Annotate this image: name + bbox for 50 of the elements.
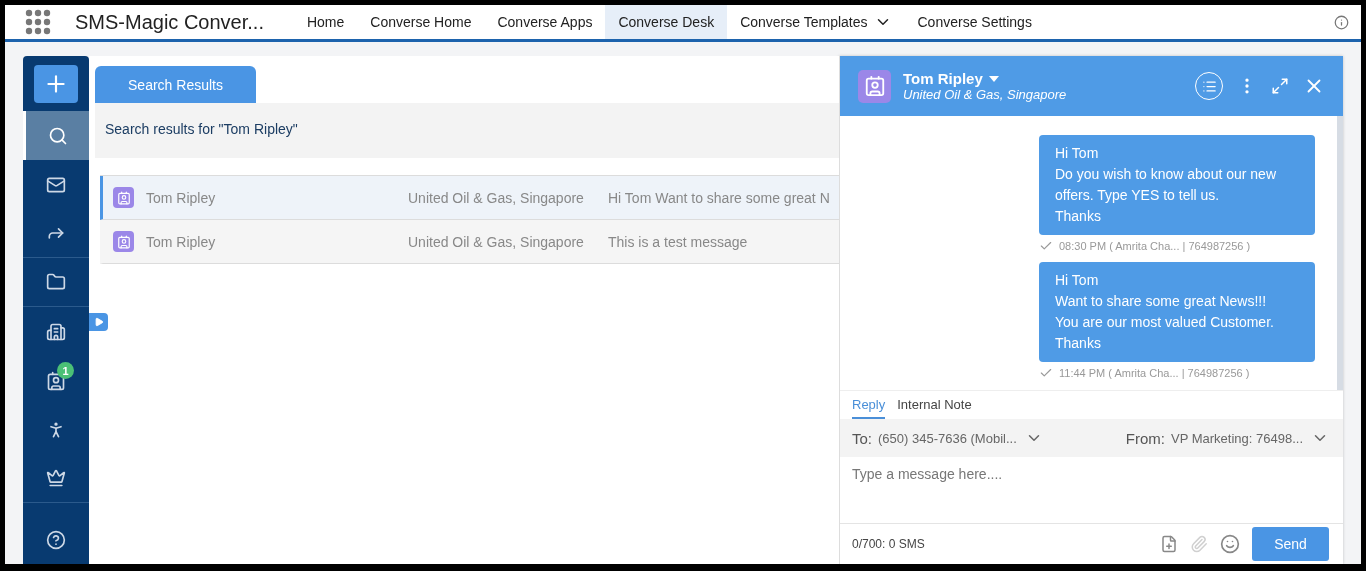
company-name: United Oil & Gas, Singapore (408, 233, 585, 250)
contact-name: Tom Ripley (146, 233, 217, 250)
message-meta: 08:30 PM ( Amrita Cha... | 764987256 ) (1059, 240, 1251, 252)
message-bubble: Hi Tom Do you wish to know about our new offers. Type YES to tell us. Thanks (1039, 135, 1315, 235)
nav-tab[interactable]: Converse Home (357, 5, 485, 39)
message-meta: 11:44 PM ( Amrita Cha... | 764987256 ) (1059, 367, 1250, 379)
message-preview: Hi Tom Want to share some great N (608, 189, 830, 206)
to-select[interactable]: (650) 345-7636 (Mobil... (878, 429, 1043, 447)
play-icon[interactable] (93, 317, 104, 327)
to-label: To: (852, 429, 872, 447)
nav-tab[interactable]: Converse Apps (484, 5, 606, 39)
app-title: SMS-Magic Conver... (75, 10, 264, 34)
contact-card-icon (113, 231, 134, 252)
plus-icon[interactable] (34, 64, 78, 103)
list-icon[interactable] (1201, 78, 1217, 94)
caret-icon[interactable] (988, 75, 999, 82)
search-icon (47, 125, 68, 146)
from-select[interactable]: VP Marketing: 76498... (1171, 429, 1329, 447)
send-button[interactable]: Send (1252, 527, 1329, 561)
contact-card-icon (858, 69, 891, 103)
count-badge: 1 (57, 362, 74, 379)
message-bubble: Hi Tom Want to share some great News!!! You are our most valued Customer. Thanks (1039, 262, 1315, 362)
nav-tab[interactable]: Home (293, 5, 358, 39)
nav-tab[interactable]: Converse Settings (904, 5, 1045, 39)
message-preview: This is a test message (608, 233, 748, 250)
smiley-icon[interactable] (1220, 534, 1240, 554)
contact-company: United Oil & Gas, Singapore (903, 87, 1067, 102)
buildings-icon (46, 321, 66, 342)
contact-name[interactable]: Tom Ripley (903, 70, 1067, 87)
result-row[interactable]: Tom Ripley United Oil & Gas, Singapore Hi Tom Want to share some great N (100, 176, 839, 220)
expand-toggle[interactable] (89, 313, 108, 331)
compose-tab[interactable]: Internal Note (897, 397, 972, 419)
from-label: From: (1125, 429, 1165, 447)
expand-icon[interactable] (1271, 77, 1289, 95)
result-row[interactable]: Tom Ripley United Oil & Gas, Singapore This is a test message (100, 220, 839, 264)
question-mark-icon (46, 529, 66, 550)
nav-tab[interactable]: Converse Desk (605, 5, 728, 39)
search-summary: Search results for "Tom Ripley" (95, 103, 839, 158)
tab[interactable]: Search Results (95, 66, 256, 103)
crown-icon (46, 468, 66, 488)
app-launcher-icon[interactable] (25, 9, 51, 35)
folder-icon (46, 272, 66, 292)
contact-name: Tom Ripley (146, 189, 217, 206)
message-input[interactable]: Type a message here.... (840, 457, 1343, 524)
company-name: United Oil & Gas, Singapore (408, 189, 585, 206)
nav-tab[interactable]: Converse Templates (727, 5, 905, 39)
info-icon[interactable] (1334, 14, 1349, 30)
contact-card-icon (113, 187, 134, 208)
character-counter: 0/700: 0 SMS (852, 537, 925, 551)
template-icon[interactable] (1160, 535, 1178, 553)
